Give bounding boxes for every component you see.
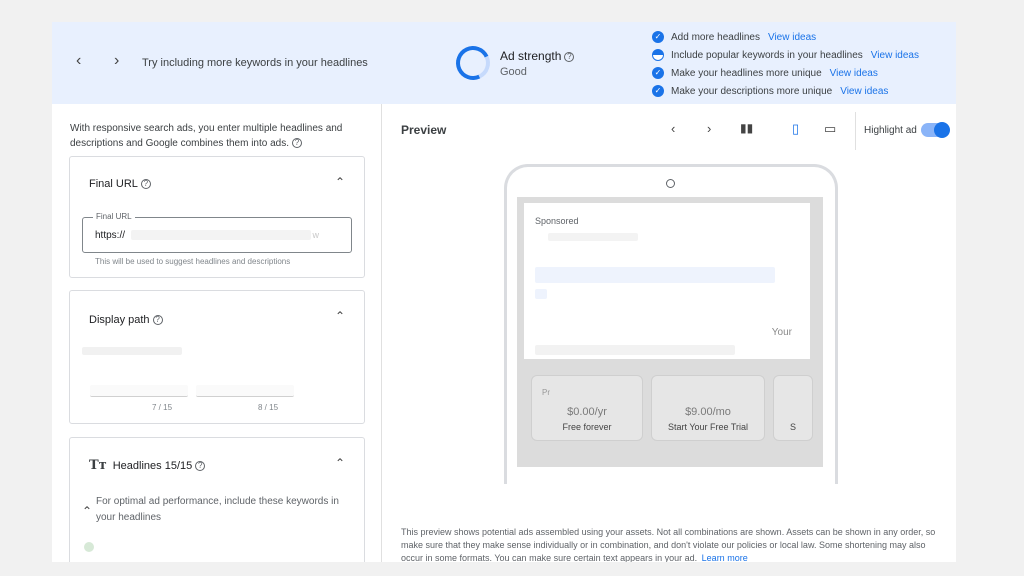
chevron-up-icon[interactable]: ⌃	[335, 309, 345, 323]
final-url-title-text: Final URL	[89, 178, 138, 190]
camera-icon	[666, 179, 675, 188]
sitelink-label: Free forever	[562, 422, 612, 432]
chevron-left-icon[interactable]: ‹	[76, 52, 81, 70]
preview-disclaimer: This preview shows potential ads assembl…	[401, 526, 941, 562]
toolbar-divider	[855, 112, 856, 150]
check-circle-icon: ✓	[652, 31, 664, 43]
sponsored-label: Sponsored	[535, 216, 579, 226]
headlines-title: Tт Headlines 15/15?	[89, 458, 206, 473]
sitelink-label: Start Your Free Trial	[667, 422, 749, 432]
ad-preview-card: Sponsored Your	[524, 203, 810, 359]
display-path-title: Display path?	[89, 314, 163, 326]
redacted-url-end: w	[312, 230, 320, 240]
view-ideas-link[interactable]: View ideas	[840, 86, 888, 97]
checklist-item: Include popular keywords in your headlin…	[652, 46, 919, 64]
view-ideas-link[interactable]: View ideas	[871, 50, 919, 61]
checklist-item: ✓ Make your headlines more unique View i…	[652, 64, 919, 82]
headlines-title-text: Headlines 15/15	[112, 460, 193, 472]
keyword-dot-icon	[84, 542, 94, 552]
redacted-url	[131, 230, 311, 240]
ad-text-tail: Your	[771, 327, 792, 338]
checklist-text: Make your headlines more unique	[671, 67, 822, 79]
headlines-card: Tт Headlines 15/15? ⌃ ⌃ For optimal ad pe…	[69, 437, 365, 562]
chevron-up-icon[interactable]: ⌃	[335, 456, 345, 470]
check-circle-icon: ✓	[652, 85, 664, 97]
checklist-text: Include popular keywords in your headlin…	[671, 49, 863, 61]
checklist-item: ✓ Make your descriptions more unique Vie…	[652, 82, 919, 100]
checklist-text: Make your descriptions more unique	[671, 85, 833, 97]
checklist-text: Add more headlines	[671, 31, 760, 43]
ad-strength-ring-icon	[451, 41, 495, 85]
path2-input[interactable]	[196, 385, 294, 397]
checklist-item: ✓ Add more headlines View ideas	[652, 28, 919, 46]
preview-title: Preview	[401, 123, 447, 137]
display-path-title-text: Display path	[89, 314, 150, 326]
final-url-field-label: Final URL	[93, 212, 135, 221]
banner-tip: Try including more keywords in your head…	[142, 57, 368, 69]
preview-panel: Preview ‹ › ▮▮ ▯ ▭ Highlight ad Sponsore…	[383, 104, 956, 562]
final-url-input[interactable]: Final URL https:// w	[82, 212, 352, 253]
path1-input[interactable]	[90, 385, 188, 397]
ad-strength-value: Good	[500, 66, 527, 78]
final-url-card: Final URL? ⌃ Final URL https:// w This w…	[69, 156, 365, 278]
chevron-right-icon[interactable]: ›	[707, 121, 711, 136]
display-path-card: Display path? ⌃ 7 / 15 8 / 15	[69, 290, 365, 424]
chevron-right-icon[interactable]: ›	[114, 52, 119, 70]
chevron-up-icon[interactable]: ⌃	[335, 175, 345, 189]
intro-text: With responsive search ads, you enter mu…	[70, 121, 350, 151]
ad-strength-checklist: ✓ Add more headlines View ideas Include …	[652, 28, 919, 100]
learn-more-link[interactable]: Learn more	[702, 553, 748, 562]
redacted-site	[548, 233, 638, 241]
ad-strength-label: Ad strength?	[500, 49, 575, 63]
sitelink-price: $9.00/mo	[685, 406, 731, 418]
final-url-title: Final URL?	[89, 178, 151, 190]
chevron-left-icon[interactable]: ‹	[671, 121, 675, 136]
asset-editor-panel: With responsive search ads, you enter mu…	[52, 104, 382, 562]
phone-mockup: Sponsored Your Pr $0.00/yr Free forever …	[504, 164, 838, 484]
path1-counter: 7 / 15	[152, 403, 173, 412]
ad-editor: ‹ › Try including more keywords in your …	[52, 22, 956, 562]
check-circle-icon: ✓	[652, 67, 664, 79]
phone-icon[interactable]: ▯	[792, 121, 799, 137]
view-ideas-link[interactable]: View ideas	[768, 32, 816, 43]
sitelink-card[interactable]: S	[773, 375, 813, 441]
final-url-hint: This will be used to suggest headlines a…	[95, 257, 291, 266]
path2-counter: 8 / 15	[258, 403, 279, 412]
disclaimer-text: This preview shows potential ads assembl…	[401, 527, 936, 562]
chevron-up-icon[interactable]: ⌃	[82, 504, 92, 518]
sitelink-label: S	[789, 422, 796, 432]
help-circle-icon[interactable]: ?	[292, 138, 303, 149]
partial-circle-icon	[652, 49, 664, 61]
redacted-headline-2	[535, 289, 547, 299]
laptop-icon[interactable]: ▭	[824, 121, 836, 137]
highlight-ad-label: Highlight ad	[864, 125, 917, 136]
columns-icon[interactable]: ▮▮	[740, 121, 753, 135]
sitelink-card[interactable]: Pr $0.00/yr Free forever	[531, 375, 643, 441]
redacted-description	[535, 345, 735, 355]
redacted-headline	[535, 267, 775, 283]
text-format-icon: Tт	[89, 458, 107, 473]
ad-strength-title: Ad strength	[500, 49, 562, 63]
highlight-ad-toggle[interactable]	[921, 122, 950, 138]
help-circle-icon[interactable]: ?	[152, 315, 163, 326]
help-circle-icon[interactable]: ?	[195, 461, 206, 472]
phone-screen: Sponsored Your Pr $0.00/yr Free forever …	[517, 197, 823, 467]
toggle-knob	[934, 122, 950, 138]
ad-strength-banner: ‹ › Try including more keywords in your …	[52, 22, 956, 104]
sitelink-card[interactable]: $9.00/mo Start Your Free Trial	[651, 375, 765, 441]
help-circle-icon[interactable]: ?	[564, 51, 575, 62]
redacted-domain	[82, 347, 182, 355]
sitelink-prefix: Pr	[542, 388, 550, 397]
help-circle-icon[interactable]: ?	[140, 179, 151, 190]
keyword-tip: For optimal ad performance, include thes…	[96, 496, 339, 523]
view-ideas-link[interactable]: View ideas	[830, 68, 878, 79]
sitelink-price: $0.00/yr	[567, 406, 607, 418]
final-url-value: https://	[95, 230, 126, 241]
